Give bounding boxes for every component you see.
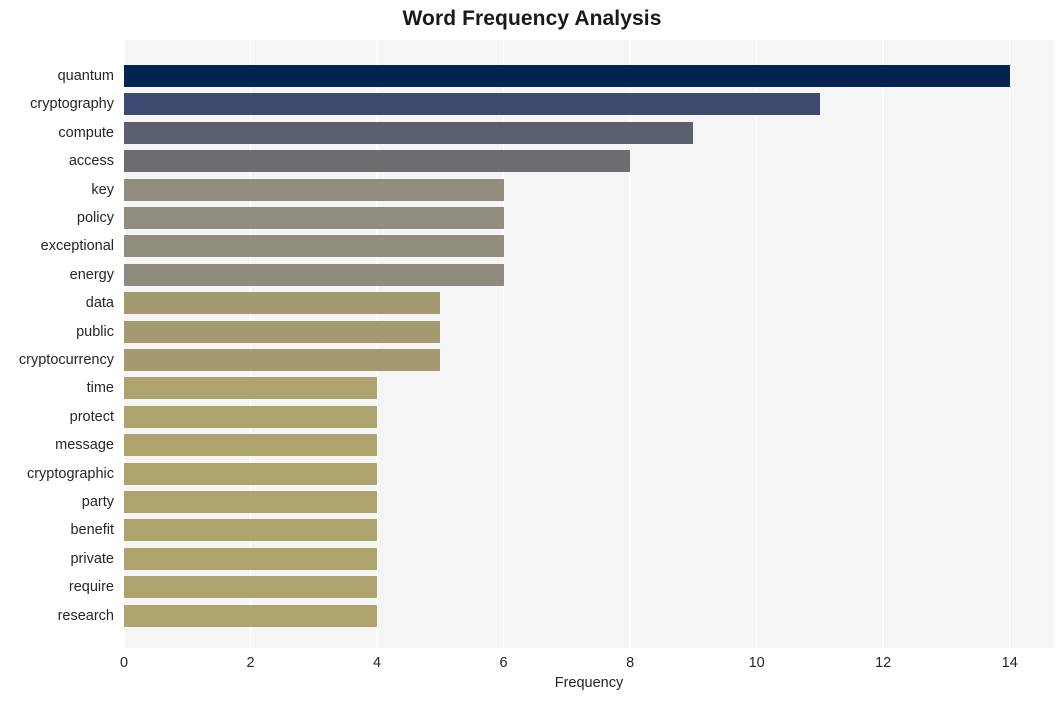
plot-area (124, 40, 1054, 648)
x-tick-label-12: 12 (875, 655, 892, 671)
bar-benefit[interactable] (124, 519, 378, 542)
gridline-x-14 (1009, 40, 1011, 648)
y-tick-label-public: public (76, 323, 114, 340)
bar-cryptocurrency[interactable] (124, 349, 441, 371)
y-tick-label-policy: policy (76, 210, 114, 226)
y-tick-label-cryptography: cryptography (30, 96, 114, 113)
bar-message[interactable] (124, 434, 378, 457)
y-tick-label-private: private (70, 550, 114, 567)
y-tick-label-research: research (57, 607, 114, 624)
chart-title: Word Frequency Analysis (402, 7, 662, 30)
y-tick-label-compute: compute (58, 124, 114, 141)
y-tick-label-quantum: quantum (57, 68, 114, 84)
bar-time[interactable] (124, 377, 378, 400)
bar-public[interactable] (124, 320, 441, 343)
bar-protect[interactable] (124, 405, 378, 428)
x-tick-label-6: 6 (499, 655, 508, 671)
gridline-x-12 (882, 40, 884, 648)
bar-cryptographic[interactable] (124, 462, 378, 485)
bar-policy[interactable] (124, 207, 504, 229)
bar-cryptography[interactable] (124, 93, 820, 116)
bar-require[interactable] (124, 576, 378, 599)
y-tick-label-party: party (81, 494, 114, 510)
y-tick-label-require: require (68, 579, 114, 596)
y-tick-label-energy: energy (69, 266, 114, 283)
y-tick-label-access: access (68, 153, 114, 170)
y-tick-label-message: message (55, 437, 114, 454)
x-tick-label-0: 0 (119, 655, 129, 671)
y-tick-label-time: time (86, 380, 114, 397)
bar-data[interactable] (124, 292, 441, 315)
x-tick-label-14: 14 (1001, 655, 1018, 671)
gridline-x-10 (755, 40, 758, 648)
x-tick-label-8: 8 (626, 655, 635, 671)
bar-quantum[interactable] (124, 65, 1010, 87)
bar-compute[interactable] (124, 121, 694, 144)
x-tick-label-4: 4 (373, 655, 382, 671)
y-axis-tick-labels: quantum cryptography compute access key polic… (0, 40, 114, 648)
x-tick-label-2: 2 (246, 655, 255, 671)
bar-energy[interactable] (124, 263, 504, 286)
bar-research[interactable] (124, 604, 378, 627)
y-tick-label-exceptional: exceptional (40, 238, 114, 255)
bar-access[interactable] (124, 150, 631, 173)
y-tick-label-data: data (85, 295, 114, 312)
y-tick-label-benefit: benefit (70, 522, 114, 539)
y-tick-label-protect: protect (69, 408, 114, 425)
y-tick-label-cryptocurrency: cryptocurrency (18, 352, 114, 368)
x-axis-label: Frequency (554, 675, 624, 691)
bar-party[interactable] (124, 491, 378, 513)
chart-figure: Word Frequency Analysis quantum cryptogra… (0, 0, 1064, 701)
bar-private[interactable] (124, 547, 378, 570)
x-tick-label-10: 10 (748, 655, 765, 671)
bar-exceptional[interactable] (124, 235, 504, 258)
y-tick-label-key: key (91, 181, 114, 198)
y-tick-label-cryptographic: cryptographic (26, 465, 114, 482)
bar-key[interactable] (124, 178, 504, 201)
